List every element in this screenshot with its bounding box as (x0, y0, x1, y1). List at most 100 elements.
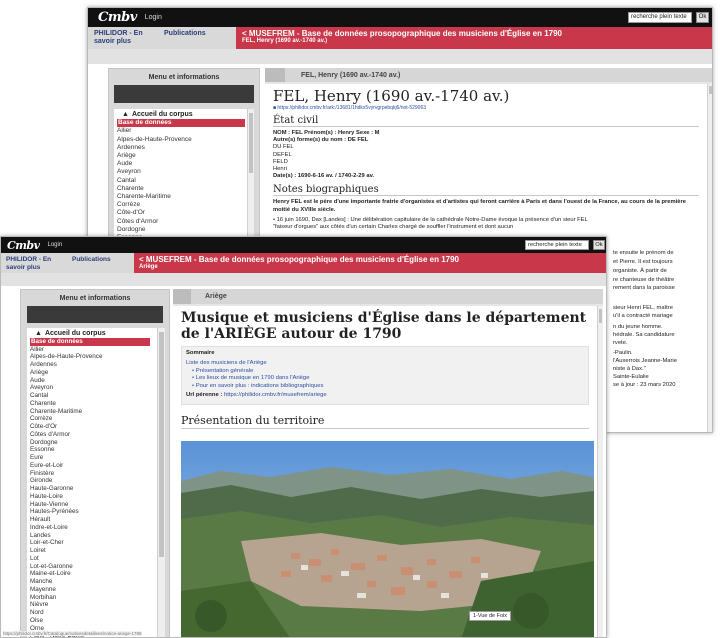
cmbv-logo[interactable]: Cmbv (98, 10, 137, 25)
content-body: Musique et musiciens d'Église dans le dé… (173, 306, 597, 637)
menu-item[interactable]: Côte-d'Or (117, 209, 254, 217)
menu-item[interactable]: Indre-et-Loire (30, 524, 165, 532)
ark-link[interactable]: ■ https://philidor.cmbv.fr/ark:/13681/1h… (273, 105, 699, 111)
menu-item[interactable]: Lot-et-Garonne (30, 563, 165, 571)
bio-fragment: Sainte-Eulalie (613, 374, 649, 380)
menu-database-item[interactable]: Base de données (30, 337, 150, 346)
menu-item[interactable]: Côte-d'Or (30, 423, 165, 431)
perennial-url-link[interactable]: https://philidor.cmbv.fr/musefrem/ariege (224, 392, 327, 398)
menu-home-link[interactable]: ▲ Accueil du corpus (30, 330, 165, 338)
menu-dark-block (114, 85, 254, 103)
menu-item[interactable]: Nièvre (30, 601, 165, 609)
cmbv-logo[interactable]: Cmbv (7, 239, 40, 252)
menu-item[interactable]: Ariège (117, 152, 254, 160)
musicians-list-link[interactable]: Liste des musiciens de l'Ariège (186, 360, 584, 367)
name-variant: DU FEL (273, 144, 294, 151)
content-tab[interactable] (173, 289, 191, 304)
content-tab[interactable] (265, 68, 285, 82)
menu-item[interactable]: Eure-et-Loir (30, 462, 165, 470)
nav-philidor-link[interactable]: PHILIDOR - En savoir plus (94, 30, 144, 49)
menu-item[interactable]: Charente (30, 400, 165, 408)
login-link[interactable]: Login (47, 242, 62, 248)
menu-item[interactable]: Landes (30, 532, 165, 540)
decorative-banner (88, 49, 712, 64)
menu-item[interactable]: Essonne (30, 446, 165, 454)
menu-item[interactable]: Charente (117, 185, 254, 193)
summary-link-presentation[interactable]: • Présentation générale (186, 368, 584, 375)
person-heading: FEL, Henry (1690 av.-1740 av.) (273, 87, 510, 105)
menu-item[interactable]: Mayenne (30, 586, 165, 594)
menu-item[interactable]: Oise (30, 617, 165, 625)
content-header: Ariège (173, 289, 603, 304)
menu-item[interactable]: Ariège (30, 369, 165, 377)
menu-item[interactable]: Charente-Maritime (30, 408, 165, 416)
menu-item[interactable]: Allier (117, 127, 254, 135)
menu-item[interactable]: Loiret (30, 547, 165, 555)
perennial-url-label: Url pérenne : (186, 392, 224, 399)
menu-item[interactable]: Aude (117, 160, 254, 168)
menu-item[interactable]: Haute-Vienne (30, 501, 165, 509)
menu-database-item[interactable]: Base de données (117, 119, 245, 128)
bio-fragment: rvete. (613, 340, 628, 346)
bio-fragment: organiste. À partir de (613, 268, 667, 274)
name-variant: Henri (273, 166, 287, 173)
menu-item[interactable]: Manche (30, 578, 165, 586)
menu-item[interactable]: Corrèze (117, 201, 254, 209)
search-input[interactable]: recherche plein texte (628, 12, 692, 23)
menu-item[interactable]: Aude (30, 377, 165, 385)
menu-item[interactable]: Hérault (30, 516, 165, 524)
nav-philidor-link[interactable]: PHILIDOR - En savoir plus (6, 256, 58, 273)
menu-item[interactable]: Haute-Garonne (30, 485, 165, 493)
menu-panel: Menu et informations ▲ Accueil du corpus… (20, 289, 170, 637)
bio-fragment: sieur Henri FEL, maître (613, 305, 673, 311)
menu-item[interactable]: Côtes d'Armor (117, 218, 254, 226)
menu-list: ▲ Accueil du corpus Base de données Alli… (27, 328, 165, 637)
menu-item[interactable]: Finistère (30, 470, 165, 478)
menu-item[interactable]: Cantal (117, 177, 254, 185)
content-header-title: Ariège (205, 293, 227, 300)
menu-item[interactable]: Gironde (30, 477, 165, 485)
menu-item[interactable]: Ardennes (117, 144, 254, 152)
menu-item[interactable]: Aveyron (30, 384, 165, 392)
summary-link-places[interactable]: • Les lieux de musique en 1790 dans l'Ar… (186, 375, 584, 382)
menu-item[interactable]: Lot (30, 555, 165, 563)
home-icon: ▲ (35, 330, 42, 337)
content-header-title: FEL, Henry (1690 av.-1740 av.) (301, 71, 401, 79)
menu-scrollbar[interactable] (157, 328, 165, 637)
menu-item[interactable]: Aveyron (117, 168, 254, 176)
bio-fragment: hédrale. Sa candidature (613, 332, 675, 338)
menu-item[interactable]: Dordogne (30, 439, 165, 447)
photo-caption: 1-Vue de Foix (469, 611, 512, 621)
menu-item[interactable]: Allier (30, 346, 165, 354)
menu-item[interactable]: Loir-et-Cher (30, 539, 165, 547)
ok-button[interactable]: Ok (696, 12, 709, 23)
menu-item[interactable]: Alpes-de-Haute-Provence (30, 353, 165, 361)
menu-item[interactable]: Ardennes (30, 361, 165, 369)
foix-landscape-image (181, 441, 594, 637)
menu-home-link[interactable]: ▲ Accueil du corpus (117, 111, 254, 119)
menu-item[interactable]: Cantal (30, 392, 165, 400)
ok-button[interactable]: Ok (593, 240, 605, 250)
name-variant: DEFEL (273, 151, 292, 158)
nav-publications-link[interactable]: Publications (164, 30, 206, 49)
menu-item[interactable]: Charente-Maritime (117, 193, 254, 201)
menu-item[interactable]: Maine-et-Loire (30, 570, 165, 578)
menu-item[interactable]: Alpes-de-Haute-Provence (117, 136, 254, 144)
nav-publications-link[interactable]: Publications (72, 256, 111, 273)
page-title-bar: < MUSEFREM - Base de données prosopograp… (134, 253, 606, 273)
page-title[interactable]: < MUSEFREM - Base de données prosopograp… (139, 255, 606, 264)
menu-item[interactable]: Haute-Loire (30, 493, 165, 501)
menu-item[interactable]: Corrèze (30, 415, 165, 423)
menu-item[interactable]: Nord (30, 609, 165, 617)
search-input[interactable]: recherche plein texte (525, 240, 589, 250)
bio-fragment: re chanteuse de théâtre (613, 277, 675, 283)
menu-item[interactable]: Hautes-Pyrénées (30, 508, 165, 516)
menu-item[interactable]: Côtes d'Armor (30, 431, 165, 439)
menu-item[interactable]: Eure (30, 454, 165, 462)
menu-item[interactable]: Dordogne (117, 226, 254, 234)
summary-link-bibliography[interactable]: • Pour en savoir plus : indications bibl… (186, 383, 584, 390)
login-link[interactable]: Login (145, 14, 162, 21)
content-scrollbar[interactable] (597, 306, 603, 637)
page-title[interactable]: < MUSEFREM - Base de données prosopograp… (242, 29, 712, 38)
menu-item[interactable]: Morbihan (30, 594, 165, 602)
